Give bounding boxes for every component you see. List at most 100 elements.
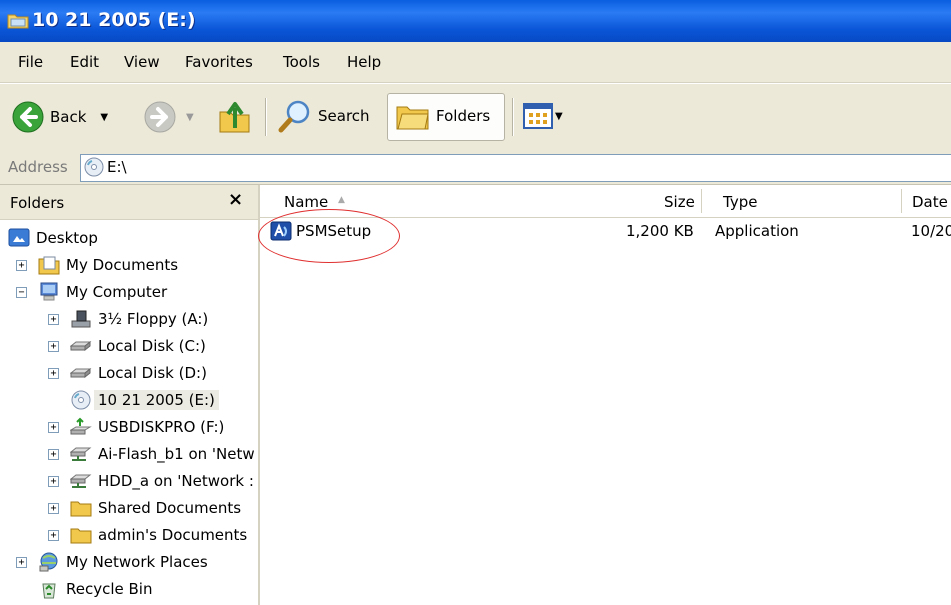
tree-label: Shared Documents — [98, 499, 242, 517]
floppy-icon — [71, 310, 91, 328]
expand-icon[interactable]: + — [48, 422, 59, 433]
folder-icon — [70, 501, 92, 517]
folders-pane-header: Folders × — [0, 185, 258, 220]
column-header-date[interactable]: Date — [912, 193, 948, 211]
tree-label: 3½ Floppy (A:) — [98, 310, 209, 328]
folders-pane-title: Folders — [10, 194, 65, 212]
tree-label: Local Disk (D:) — [98, 364, 207, 382]
tree-label: My Computer — [66, 283, 168, 301]
file-type: Application — [715, 222, 799, 240]
tree-label: Recycle Bin — [66, 580, 153, 598]
views-dropdown-icon[interactable]: ▼ — [555, 111, 563, 122]
usb-drive-icon — [70, 417, 92, 435]
my-documents-icon — [38, 256, 60, 275]
column-header-name[interactable]: Name — [284, 193, 328, 211]
menu-help[interactable]: Help — [347, 53, 381, 71]
folder-icon — [70, 528, 92, 544]
desktop-icon — [8, 228, 30, 247]
file-size: 1,200 KB — [626, 222, 694, 240]
application-icon — [270, 221, 292, 241]
views-button[interactable]: ▼ — [523, 103, 563, 129]
folders-label: Folders — [436, 107, 491, 125]
expand-icon[interactable]: + — [48, 476, 59, 487]
views-icon — [523, 103, 553, 129]
expand-icon[interactable]: + — [48, 503, 59, 514]
address-label: Address — [8, 158, 68, 176]
folders-icon — [396, 106, 429, 130]
tree-label: USBDISKPRO (F:) — [98, 418, 225, 436]
back-dropdown-icon[interactable]: ▼ — [100, 112, 108, 123]
search-button[interactable]: Search — [278, 99, 370, 133]
title-bar[interactable]: 10 21 2005 (E:) — [0, 0, 951, 42]
tree-item-my-computer[interactable]: My Computer — [38, 279, 167, 305]
tree-label: admin's Documents — [98, 526, 248, 544]
hard-disk-icon — [70, 367, 92, 379]
cd-drive-icon — [84, 157, 104, 177]
cd-drive-icon — [71, 390, 91, 410]
menu-view[interactable]: View — [124, 53, 160, 71]
tree-item-local-disk-c[interactable]: Local Disk (C:) — [70, 333, 206, 359]
tree-label: HDD_a on 'Network : — [98, 472, 254, 490]
expand-icon[interactable]: + — [48, 530, 59, 541]
tree-item-recycle-bin[interactable]: Recycle Bin — [38, 576, 152, 602]
expand-icon[interactable]: + — [48, 449, 59, 460]
tree-item-desktop[interactable]: Desktop — [8, 225, 98, 251]
tree-label: Local Disk (C:) — [98, 337, 206, 355]
menu-tools[interactable]: Tools — [283, 53, 320, 71]
close-icon[interactable]: × — [228, 189, 243, 210]
folders-pane: Folders × Desktop + My Documents − My Co… — [0, 185, 260, 605]
file-date: 10/20 — [911, 222, 951, 240]
expand-icon[interactable]: + — [16, 260, 27, 271]
column-header-type[interactable]: Type — [723, 193, 757, 211]
back-label: Back — [50, 108, 87, 126]
folder-up-icon — [219, 102, 250, 133]
back-button[interactable]: Back ▼ — [12, 101, 108, 133]
tree-item-my-documents[interactable]: My Documents — [38, 252, 178, 278]
network-places-icon — [39, 552, 58, 572]
forward-arrow-icon — [144, 101, 176, 133]
tree-item-my-network-places[interactable]: My Network Places — [38, 549, 208, 575]
tree-item-usb-drive-f[interactable]: USBDISKPRO (F:) — [70, 414, 224, 440]
collapse-icon[interactable]: − — [16, 287, 27, 298]
address-value: E:\ — [107, 158, 127, 176]
file-row[interactable]: PSMSetup 1,200 KB Application 10/20 — [260, 218, 951, 244]
expand-icon[interactable]: + — [48, 368, 59, 379]
toolbar-separator — [265, 98, 267, 136]
tree-label: My Documents — [66, 256, 179, 274]
search-label: Search — [318, 107, 370, 125]
tree-label: 10 21 2005 (E:) — [94, 390, 219, 410]
tree-item-cd-drive-e[interactable]: 10 21 2005 (E:) — [70, 387, 219, 413]
tree-item-local-disk-d[interactable]: Local Disk (D:) — [70, 360, 207, 386]
tree-item-admins-documents[interactable]: admin's Documents — [70, 522, 247, 548]
forward-button[interactable]: ▼ — [144, 101, 194, 133]
expand-icon[interactable]: + — [48, 341, 59, 352]
tree-item-network-drive-ai-flash[interactable]: Ai-Flash_b1 on 'Netw — [70, 441, 255, 467]
sort-ascending-icon: ▲ — [338, 195, 345, 205]
file-list-header: Name ▲ Size Type Date — [260, 185, 951, 218]
tree-label: My Network Places — [66, 553, 208, 571]
folders-button[interactable]: Folders — [387, 93, 505, 141]
menu-favorites[interactable]: Favorites — [185, 53, 253, 71]
tree-item-shared-documents[interactable]: Shared Documents — [70, 495, 241, 521]
file-name: PSMSetup — [296, 222, 372, 240]
tree-item-network-drive-hdd-a[interactable]: HDD_a on 'Network : — [70, 468, 254, 494]
expand-icon[interactable]: + — [16, 557, 27, 568]
column-header-size[interactable]: Size — [664, 193, 695, 211]
recycle-bin-icon — [42, 583, 56, 599]
menu-file[interactable]: File — [18, 53, 43, 71]
address-input[interactable]: E:\ — [80, 154, 951, 182]
expand-icon[interactable]: + — [48, 314, 59, 325]
column-divider[interactable] — [701, 189, 702, 213]
back-arrow-icon — [12, 101, 44, 133]
menu-bar: File Edit View Favorites Tools Help — [0, 42, 951, 83]
forward-dropdown-icon[interactable]: ▼ — [186, 112, 194, 123]
network-drive-icon — [70, 474, 92, 488]
my-computer-icon — [40, 282, 58, 301]
tree-label: Ai-Flash_b1 on 'Netw — [98, 445, 255, 463]
address-bar: Address E:\ — [0, 150, 951, 185]
menu-edit[interactable]: Edit — [70, 53, 99, 71]
up-button[interactable] — [218, 98, 252, 134]
network-drive-icon — [70, 447, 92, 461]
column-divider[interactable] — [901, 189, 902, 213]
tree-item-floppy[interactable]: 3½ Floppy (A:) — [70, 306, 208, 332]
